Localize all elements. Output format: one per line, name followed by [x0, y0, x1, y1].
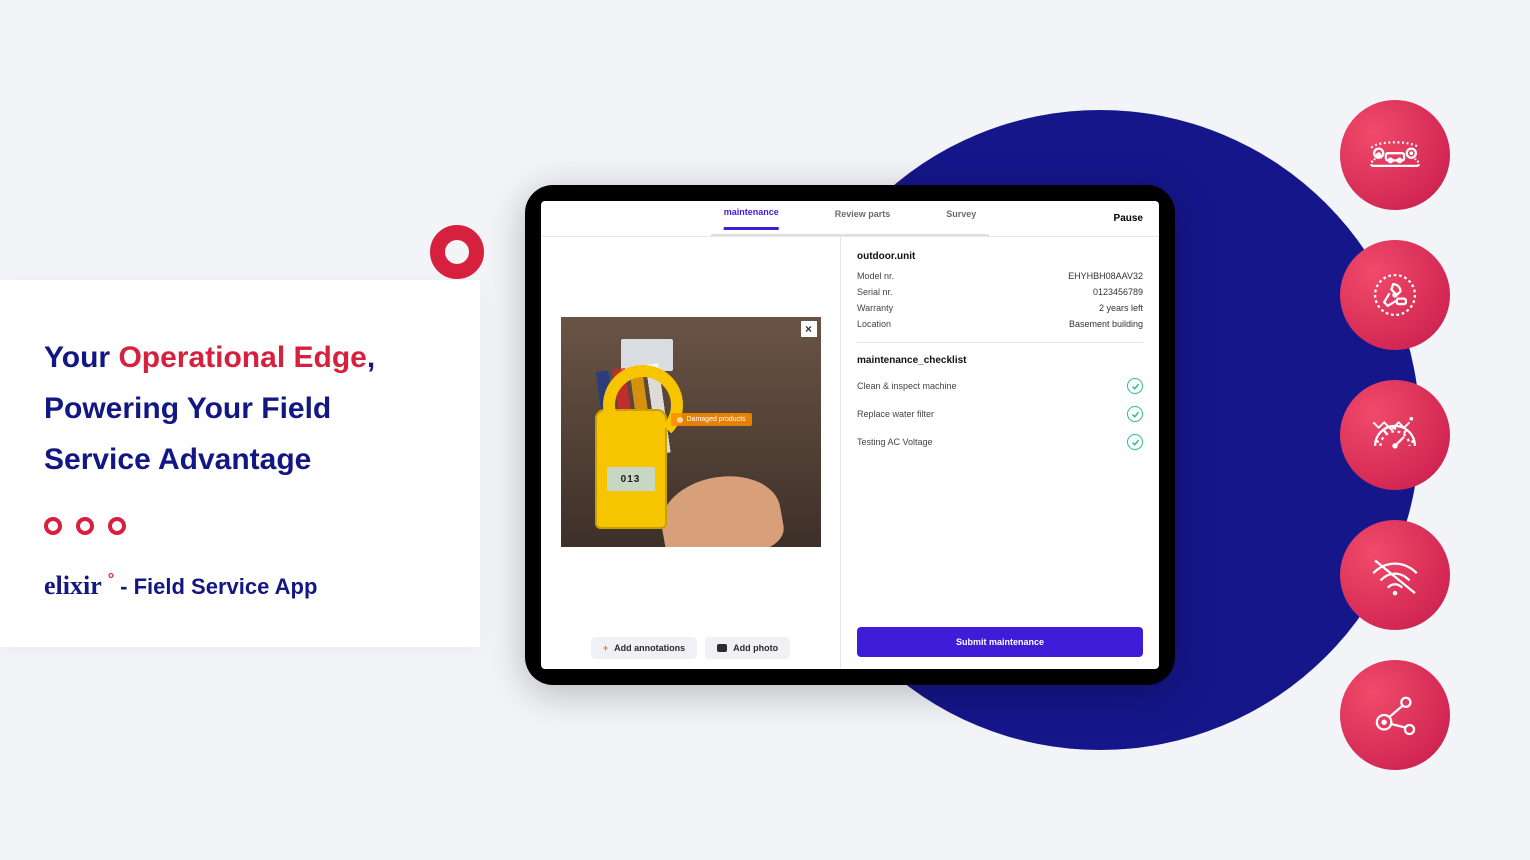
- maintenance-photo: 013 Damaged products ×: [561, 317, 821, 547]
- headline-pre: Your: [44, 341, 118, 374]
- unit-key: Model nr.: [857, 271, 894, 281]
- checklist-label: Testing AC Voltage: [857, 437, 933, 447]
- brand-line: elixir ° - Field Service App: [44, 571, 440, 601]
- unit-row: Location Basement building: [857, 316, 1143, 332]
- unit-row: Warranty 2 years left: [857, 300, 1143, 316]
- dashboard-gauge-icon: [1340, 380, 1450, 490]
- brand-name: elixir: [44, 571, 102, 601]
- unit-value: EHYHBH08AAV32: [1068, 271, 1143, 281]
- headline-accent: Operational Edge: [118, 341, 366, 374]
- unit-key: Location: [857, 319, 891, 329]
- tablet-device: maintenance Review parts Survey Pause 01…: [525, 185, 1175, 685]
- tab-maintenance[interactable]: maintenance: [724, 207, 779, 230]
- close-icon[interactable]: ×: [801, 321, 817, 337]
- brand-degree-icon: °: [108, 571, 114, 589]
- unit-key: Serial nr.: [857, 287, 893, 297]
- unit-value: 0123456789: [1093, 287, 1143, 297]
- annotation-tag[interactable]: Damaged products: [671, 413, 752, 426]
- unit-value: 2 years left: [1099, 303, 1143, 313]
- headline: Your Operational Edge, Powering Your Fie…: [44, 332, 440, 485]
- unit-row: Model nr. EHYHBH08AAV32: [857, 268, 1143, 284]
- add-photo-label: Add photo: [733, 643, 778, 653]
- checklist-item[interactable]: Clean & inspect machine: [857, 372, 1143, 400]
- unit-title: outdoor.unit: [857, 251, 1143, 262]
- brand-sub: - Field Service App: [120, 574, 317, 600]
- check-icon: [1127, 406, 1143, 422]
- checklist-item[interactable]: Replace water filter: [857, 400, 1143, 428]
- unit-row: Serial nr. 0123456789: [857, 284, 1143, 300]
- pause-button[interactable]: Pause: [1114, 213, 1143, 224]
- decorative-dots: [44, 517, 440, 535]
- tab-review-parts[interactable]: Review parts: [835, 209, 891, 229]
- photo-pane: 013 Damaged products × + Add annotations…: [541, 237, 841, 669]
- feature-icon-column: [1340, 100, 1450, 770]
- hub-network-icon: [1340, 660, 1450, 770]
- camera-icon: [717, 644, 727, 652]
- add-photo-button[interactable]: Add photo: [705, 637, 790, 659]
- check-icon: [1127, 378, 1143, 394]
- plus-icon: +: [603, 643, 608, 653]
- tablet-screen: maintenance Review parts Survey Pause 01…: [541, 201, 1159, 669]
- detail-pane: outdoor.unit Model nr. EHYHBH08AAV32 Ser…: [841, 237, 1159, 669]
- submit-button[interactable]: Submit maintenance: [857, 627, 1143, 657]
- checklist-item[interactable]: Testing AC Voltage: [857, 428, 1143, 456]
- unit-value: Basement building: [1069, 319, 1143, 329]
- red-ring-icon: [430, 225, 484, 279]
- check-icon: [1127, 434, 1143, 450]
- offline-wifi-icon: [1340, 520, 1450, 630]
- meter-reading: 013: [607, 467, 655, 491]
- tab-bar: maintenance Review parts Survey Pause: [541, 201, 1159, 237]
- vehicle-tracking-icon: [1340, 100, 1450, 210]
- checklist-label: Clean & inspect machine: [857, 381, 957, 391]
- tab-survey[interactable]: Survey: [946, 209, 976, 229]
- marketing-card: Your Operational Edge, Powering Your Fie…: [0, 280, 480, 647]
- service-tools-icon: [1340, 240, 1450, 350]
- unit-key: Warranty: [857, 303, 893, 313]
- checklist-label: Replace water filter: [857, 409, 934, 419]
- add-annotations-label: Add annotations: [614, 643, 685, 653]
- checklist-title: maintenance_checklist: [857, 355, 1143, 366]
- add-annotations-button[interactable]: + Add annotations: [591, 637, 697, 659]
